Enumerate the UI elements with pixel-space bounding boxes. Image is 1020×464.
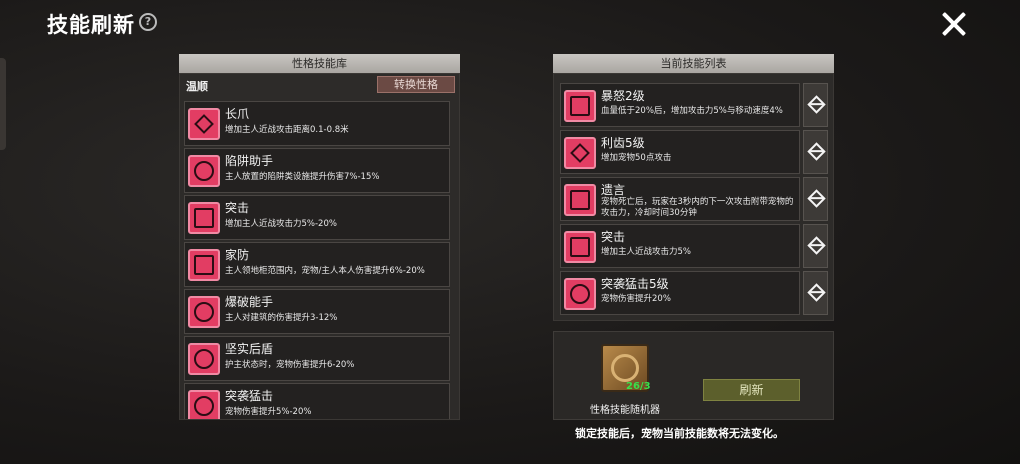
paw-icon xyxy=(564,278,596,310)
skill-desc: 血量低于20%后，增加攻击力5%与移动速度4% xyxy=(601,106,783,116)
refresh-button[interactable]: 刷新 xyxy=(703,379,800,401)
skill-desc: 护主状态时，宠物伤害提升6-20% xyxy=(225,360,355,370)
close-icon[interactable] xyxy=(938,8,970,40)
skill-name: 坚实后盾 xyxy=(225,342,274,356)
library-skill-row[interactable]: 陷阱助手 主人放置的陷阱类设施提升伤害7%-15% xyxy=(184,148,450,193)
current-skill-row[interactable]: 利齿5级 增加宠物50点攻击 xyxy=(560,130,800,174)
page-title: 技能刷新 xyxy=(47,13,135,37)
tower-icon xyxy=(188,249,220,281)
trap-icon xyxy=(188,155,220,187)
skill-desc: 增加主人近战攻击力5%-20% xyxy=(225,219,337,229)
skill-library-header: 性格技能库 xyxy=(179,54,460,73)
skill-name: 突袭猛击5级 xyxy=(601,277,669,291)
skill-desc: 宠物伤害提升20% xyxy=(601,294,671,304)
side-drawer-handle[interactable] xyxy=(0,58,6,150)
lock-arrow-icon xyxy=(807,95,826,114)
current-skill-row[interactable]: 暴怒2级 血量低于20%后，增加攻击力5%与移动速度4% xyxy=(560,83,800,127)
library-skill-row[interactable]: 爆破能手 主人对建筑的伤害提升3-12% xyxy=(184,289,450,334)
fang-icon xyxy=(564,137,596,169)
lock-skill-button[interactable] xyxy=(803,224,828,268)
current-skill-row[interactable]: 遗言 宠物死亡后，玩家在3秒内的下一次攻击附带宠物的攻击力，冷却时间30分钟 xyxy=(560,177,800,221)
current-skills-header: 当前技能列表 xyxy=(553,54,834,73)
claw-icon xyxy=(188,108,220,140)
lock-arrow-icon xyxy=(807,283,826,302)
skill-desc: 宠物死亡后，玩家在3秒内的下一次攻击附带宠物的攻击力，冷却时间30分钟 xyxy=(601,197,794,218)
skill-name: 突击 xyxy=(601,230,626,244)
current-skill-row[interactable]: 突击 增加主人近战攻击力5% xyxy=(560,224,800,268)
library-skill-row[interactable]: 突击 增加主人近战攻击力5%-20% xyxy=(184,195,450,240)
temperament-label: 温顺 xyxy=(186,80,208,93)
skill-desc: 增加主人近战攻击力5% xyxy=(601,247,691,257)
lock-skill-button[interactable] xyxy=(803,83,828,127)
library-skill-row[interactable]: 突袭猛击 宠物伤害提升5%-20% xyxy=(184,383,450,419)
skill-name: 遗言 xyxy=(601,183,626,197)
lock-skill-button[interactable] xyxy=(803,177,828,221)
lock-skill-button[interactable] xyxy=(803,271,828,315)
skill-name: 利齿5级 xyxy=(601,136,645,150)
skill-name: 暴怒2级 xyxy=(601,89,645,103)
library-skill-row[interactable]: 坚实后盾 护主状态时，宠物伤害提升6-20% xyxy=(184,336,450,381)
skill-desc: 增加宠物50点攻击 xyxy=(601,153,672,163)
skill-name: 家防 xyxy=(225,248,250,262)
randomizer-label: 性格技能随机器 xyxy=(590,405,660,416)
book-icon xyxy=(564,184,596,216)
lock-arrow-icon xyxy=(807,236,826,255)
lock-skill-button[interactable] xyxy=(803,130,828,174)
current-skills-list: 暴怒2级 血量低于20%后，增加攻击力5%与移动速度4% 利齿5级 增加宠物50… xyxy=(553,73,834,321)
background xyxy=(0,0,1020,464)
lock-arrow-icon xyxy=(807,142,826,161)
library-skill-row[interactable]: 长爪 增加主人近战攻击距离0.1-0.8米 xyxy=(184,101,450,146)
skill-desc: 宠物伤害提升5%-20% xyxy=(225,407,312,417)
library-skill-row[interactable]: 家防 主人领地柜范围内，宠物/主人本人伤害提升6%-20% xyxy=(184,242,450,287)
help-icon[interactable]: ? xyxy=(139,13,157,31)
randomizer-panel: 26/3 性格技能随机器 刷新 xyxy=(553,331,834,420)
skill-desc: 主人领地柜范围内，宠物/主人本人伤害提升6%-20% xyxy=(225,266,425,276)
skill-desc: 增加主人近战攻击距离0.1-0.8米 xyxy=(225,125,349,135)
skill-name: 突袭猛击 xyxy=(225,389,274,403)
bomb-icon xyxy=(188,296,220,328)
lock-hint-text: 锁定技能后，宠物当前技能数将无法变化。 xyxy=(575,427,784,440)
assault-icon xyxy=(564,231,596,263)
lock-arrow-icon xyxy=(807,189,826,208)
rage-icon xyxy=(564,90,596,122)
skill-desc: 主人对建筑的伤害提升3-12% xyxy=(225,313,338,323)
skill-name: 爆破能手 xyxy=(225,295,274,309)
skill-desc: 主人放置的陷阱类设施提升伤害7%-15% xyxy=(225,172,380,182)
paw-icon xyxy=(188,390,220,419)
skill-name: 突击 xyxy=(225,201,250,215)
skill-name: 长爪 xyxy=(225,107,250,121)
skill-name: 陷阱助手 xyxy=(225,154,274,168)
shield-icon xyxy=(188,343,220,375)
assault-icon xyxy=(188,202,220,234)
current-skill-row[interactable]: 突袭猛击5级 宠物伤害提升20% xyxy=(560,271,800,315)
switch-temperament-button[interactable]: 转换性格 xyxy=(377,76,455,93)
randomizer-count: 26/3 xyxy=(626,381,651,392)
skill-library-list[interactable]: 温顺 转换性格 长爪 增加主人近战攻击距离0.1-0.8米 陷阱助手 主人放置的… xyxy=(179,73,460,420)
